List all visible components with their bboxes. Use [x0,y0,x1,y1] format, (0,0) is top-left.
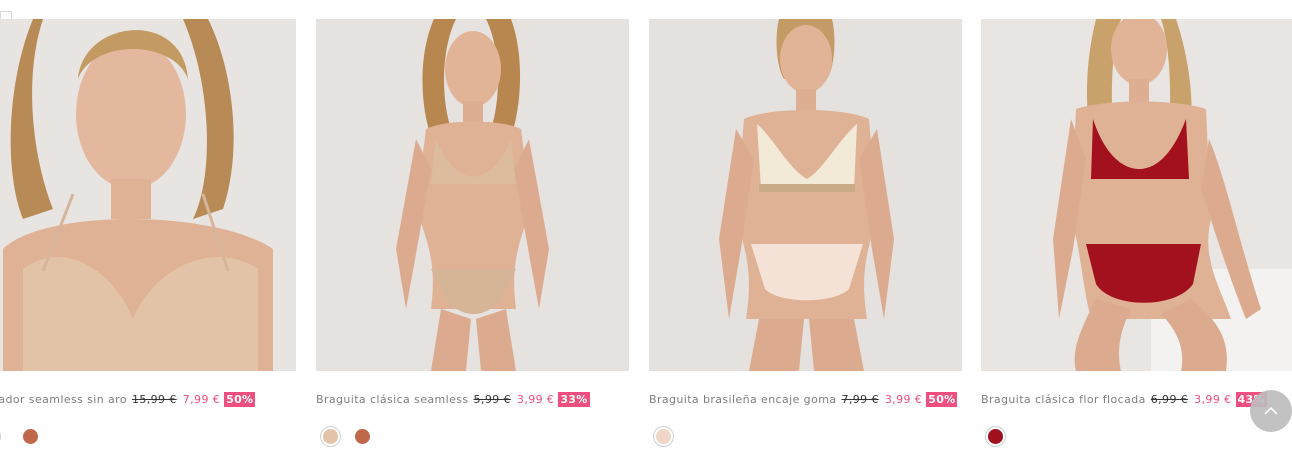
product-image[interactable] [0,19,296,371]
color-swatch[interactable] [988,429,1003,444]
scroll-to-top-button[interactable] [1250,390,1292,432]
old-price: 7,99 € [841,392,879,406]
product-name[interactable]: jetador seamless sin aro [0,393,127,406]
sale-price: 3,99 € [1194,392,1232,406]
discount-badge: 50% [224,391,256,407]
color-swatch[interactable] [23,429,38,444]
product-card[interactable]: Braguita clásica flor flocada 6,99 € 3,9… [981,0,1292,446]
old-price: 6,99 € [1150,392,1189,406]
discount-badge: 50% [926,391,958,407]
product-info: jetador seamless sin aro 15,99 € 7,99 € … [0,391,256,407]
product-card[interactable]: Braguita clásica seamless 5,99 € 3,99 € … [316,0,629,446]
product-name[interactable]: Braguita clásica flor flocada [981,393,1146,406]
sale-price: 3,99 € [516,392,555,406]
color-swatch[interactable] [355,429,370,444]
product-card[interactable]: Braguita brasileña encaje goma 7,99 € 3,… [649,0,962,446]
product-info: Braguita brasileña encaje goma 7,99 € 3,… [649,391,958,407]
product-card[interactable]: jetador seamless sin aro 15,99 € 7,99 € … [0,0,296,446]
sale-price: 3,99 € [884,392,923,406]
product-image[interactable] [981,19,1292,371]
product-name[interactable]: Braguita brasileña encaje goma [649,393,836,406]
discount-badge: 33% [558,391,590,407]
old-price: 5,99 € [473,392,511,406]
product-info: Braguita clásica seamless 5,99 € 3,99 € … [316,391,590,407]
product-name[interactable]: Braguita clásica seamless [316,393,469,406]
old-price: 15,99 € [131,392,177,406]
product-info: Braguita clásica flor flocada 6,99 € 3,9… [981,391,1267,407]
sale-price: 7,99 € [182,392,221,406]
chevron-up-icon [1264,406,1278,415]
product-image[interactable] [316,19,629,371]
color-swatch[interactable] [323,429,338,444]
color-swatch[interactable] [656,429,671,444]
product-image[interactable] [649,19,962,371]
